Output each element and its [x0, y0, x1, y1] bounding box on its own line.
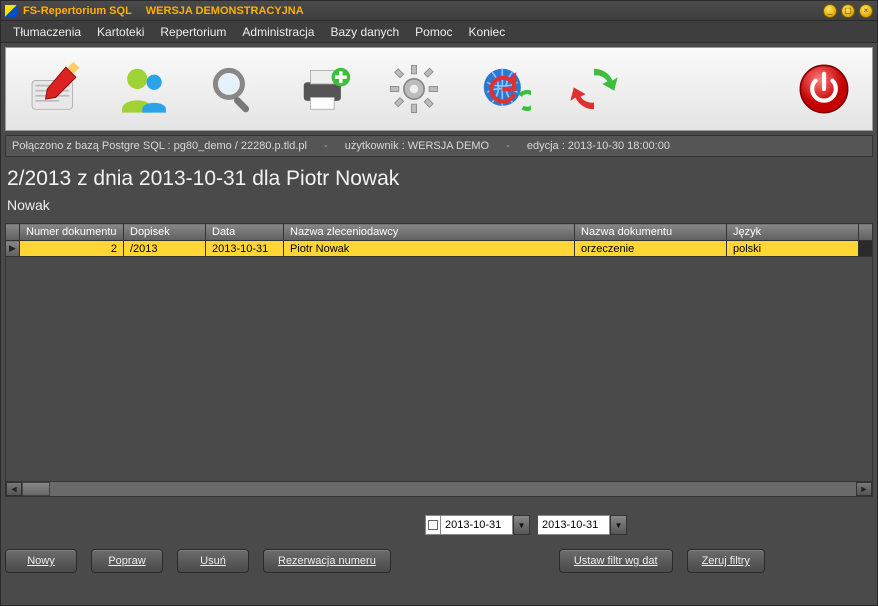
- maximize-button[interactable]: ▢: [841, 4, 855, 18]
- date-from-checkbox[interactable]: [425, 515, 441, 535]
- data-grid[interactable]: Numer dokumentu Dopisek Data Nazwa zlece…: [5, 223, 873, 481]
- col-data[interactable]: Data: [206, 224, 284, 241]
- cell-zleceniodawca[interactable]: Piotr Nowak: [284, 241, 575, 257]
- gear-icon[interactable]: [386, 61, 442, 117]
- status-sep: -: [324, 140, 328, 152]
- globe-refresh-icon[interactable]: [476, 61, 532, 117]
- nowy-label: Nowy: [27, 555, 55, 567]
- usun-button[interactable]: Usuń: [177, 549, 249, 573]
- cell-dokument[interactable]: orzeczenie: [575, 241, 727, 257]
- app-title: FS-Repertorium SQL: [23, 5, 132, 17]
- minimize-button[interactable]: _: [823, 4, 837, 18]
- date-to-box: ▼: [538, 515, 627, 535]
- filter-row: ▼ ▼: [5, 515, 873, 535]
- menu-administracja[interactable]: Administracja: [236, 23, 320, 41]
- users-icon[interactable]: [116, 61, 172, 117]
- maximize-icon: ▢: [844, 6, 852, 15]
- status-conn-value: pg80_demo / 22280.p.tld.pl: [174, 140, 307, 152]
- ustaw-filtr-button[interactable]: Ustaw filtr wg dat: [559, 549, 673, 573]
- menu-koniec[interactable]: Koniec: [463, 23, 512, 41]
- scroll-left-icon[interactable]: ◄: [6, 482, 22, 496]
- col-nazwa-zleceniodawcy[interactable]: Nazwa zleceniodawcy: [284, 224, 575, 241]
- table-row[interactable]: ▶ 2 /2013 2013-10-31 Piotr Nowak orzecze…: [6, 241, 873, 257]
- menu-repertorium[interactable]: Repertorium: [154, 23, 232, 41]
- power-icon[interactable]: [796, 61, 852, 117]
- popraw-button[interactable]: Popraw: [91, 549, 163, 573]
- page-subtitle: Nowak: [1, 193, 877, 217]
- print-add-icon[interactable]: [296, 61, 352, 117]
- menu-kartoteki[interactable]: Kartoteki: [91, 23, 150, 41]
- page-title: 2/2013 z dnia 2013-10-31 dla Piotr Nowak: [1, 157, 877, 193]
- toolbar: [5, 47, 873, 131]
- sync-icon[interactable]: [566, 61, 622, 117]
- horizontal-scrollbar[interactable]: ◄ ►: [5, 481, 873, 497]
- grid-corner-right: [859, 224, 873, 241]
- scroll-thumb[interactable]: [22, 482, 50, 496]
- status-edition-value: 2013-10-30 18:00:00: [568, 140, 670, 152]
- edit-icon[interactable]: [26, 61, 82, 117]
- status-bar: Połączono z bazą Postgre SQL : pg80_demo…: [5, 135, 873, 157]
- col-nazwa-dokumentu[interactable]: Nazwa dokumentu: [575, 224, 727, 241]
- minimize-icon: _: [828, 6, 832, 15]
- title-bar: FS-Repertorium SQL WERSJA DEMONSTRACYJNA…: [1, 1, 877, 21]
- col-numer-dokumentu[interactable]: Numer dokumentu: [20, 224, 124, 241]
- menu-bar: Tłumaczenia Kartoteki Repertorium Admini…: [1, 21, 877, 43]
- date-from-dropdown-icon[interactable]: ▼: [513, 515, 530, 535]
- status-sep: -: [506, 140, 510, 152]
- col-jezyk[interactable]: Język: [727, 224, 859, 241]
- usun-label: Usuń: [200, 555, 226, 567]
- col-dopisek[interactable]: Dopisek: [124, 224, 206, 241]
- zeruj-filtry-label: Zeruj filtry: [702, 555, 750, 567]
- date-from-input[interactable]: [441, 515, 513, 535]
- grid-corner: [6, 224, 20, 241]
- zeruj-filtry-button[interactable]: Zeruj filtry: [687, 549, 765, 573]
- ustaw-filtr-label: Ustaw filtr wg dat: [574, 555, 658, 567]
- rezerwacja-label: Rezerwacja numeru: [278, 555, 376, 567]
- row-end: [859, 241, 873, 257]
- cell-jezyk[interactable]: polski: [727, 241, 859, 257]
- row-indicator-icon: ▶: [6, 241, 20, 257]
- scroll-right-icon[interactable]: ►: [856, 482, 872, 496]
- bottom-buttons: Nowy Popraw Usuń Rezerwacja numeru Ustaw…: [5, 549, 873, 573]
- date-to-input[interactable]: [538, 515, 610, 535]
- app-mode: WERSJA DEMONSTRACYJNA: [146, 5, 304, 17]
- date-to-dropdown-icon[interactable]: ▼: [610, 515, 627, 535]
- menu-tlumaczenia[interactable]: Tłumaczenia: [7, 23, 87, 41]
- cell-numer[interactable]: 2: [20, 241, 124, 257]
- date-from-box: ▼: [425, 515, 530, 535]
- menu-pomoc[interactable]: Pomoc: [409, 23, 458, 41]
- close-button[interactable]: ×: [859, 4, 873, 18]
- grid-header-row: Numer dokumentu Dopisek Data Nazwa zlece…: [6, 224, 873, 241]
- grid-empty-area: [5, 257, 873, 481]
- menu-bazy-danych[interactable]: Bazy danych: [324, 23, 405, 41]
- nowy-button[interactable]: Nowy: [5, 549, 77, 573]
- close-icon: ×: [864, 6, 869, 15]
- cell-dopisek[interactable]: /2013: [124, 241, 206, 257]
- cell-data[interactable]: 2013-10-31: [206, 241, 284, 257]
- status-conn-label: Połączono z bazą Postgre SQL :: [12, 140, 171, 152]
- status-edition-label: edycja :: [527, 140, 565, 152]
- status-user-value: WERSJA DEMO: [408, 140, 489, 152]
- scroll-track[interactable]: [22, 482, 856, 496]
- rezerwacja-button[interactable]: Rezerwacja numeru: [263, 549, 391, 573]
- popraw-label: Popraw: [108, 555, 145, 567]
- search-icon[interactable]: [206, 61, 262, 117]
- app-icon: [5, 5, 17, 17]
- status-user-label: użytkownik :: [345, 140, 405, 152]
